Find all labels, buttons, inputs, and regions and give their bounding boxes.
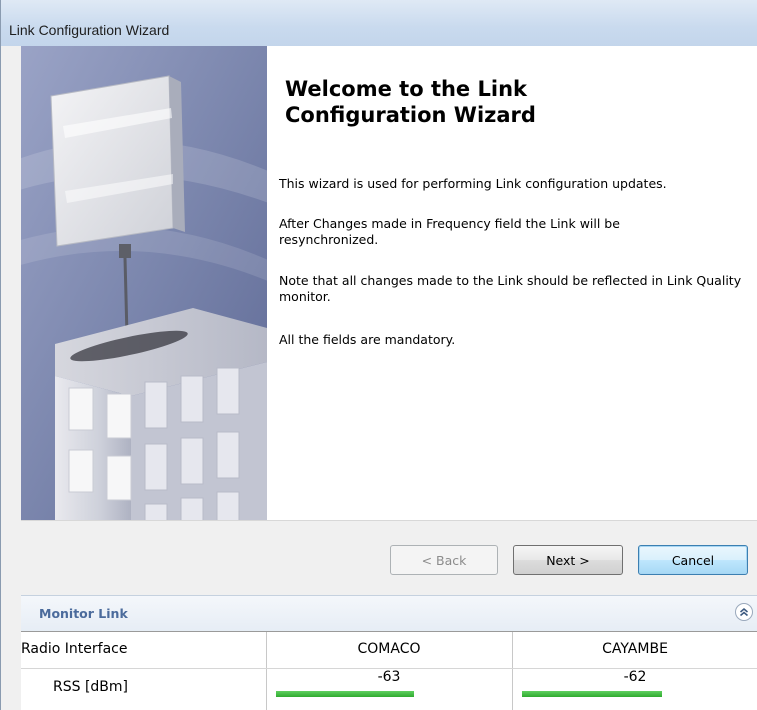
cancel-button[interactable]: Cancel xyxy=(638,545,748,575)
table-row: RSS [dBm] -63 -62 xyxy=(21,669,757,710)
wizard-resync-note: After Changes made in Frequency field th… xyxy=(279,216,620,247)
window-title: Link Configuration Wizard xyxy=(9,22,170,38)
rss-bar-cayambe xyxy=(522,691,662,697)
wizard-link-quality-note: Note that all changes made to the Link s… xyxy=(279,273,742,304)
monitor-link-table: Radio Interface COMACO CAYAMBE RSS [dBm]… xyxy=(21,631,757,710)
wizard-content: Welcome to the Link Configuration Wizard… xyxy=(267,46,757,520)
button-row-separator xyxy=(21,520,757,521)
next-button[interactable]: Next > xyxy=(513,545,623,575)
table-header-row: Radio Interface COMACO CAYAMBE xyxy=(21,632,757,668)
rss-value-comaco: -63 xyxy=(377,669,401,685)
antenna-building-illustration xyxy=(21,46,267,520)
left-margin xyxy=(1,46,21,520)
wizard-intro-text: This wizard is used for performing Link … xyxy=(279,176,667,191)
wizard-heading: Welcome to the Link Configuration Wizard xyxy=(285,77,536,127)
back-button[interactable]: < Back xyxy=(390,545,498,575)
wizard-mandatory-note: All the fields are mandatory. xyxy=(279,332,456,347)
monitor-link-title: Monitor Link xyxy=(39,606,128,621)
monitor-link-header[interactable]: Monitor Link xyxy=(21,595,757,632)
row-label-rss: RSS [dBm] xyxy=(53,679,129,695)
rss-value-cayambe: -62 xyxy=(623,669,647,685)
double-chevron-up-icon[interactable] xyxy=(735,603,753,621)
rss-bar-comaco xyxy=(276,691,414,697)
wizard-window: Link Configuration Wizard Welcome to the… xyxy=(0,0,757,710)
title-bar[interactable]: Link Configuration Wizard xyxy=(1,0,757,47)
wizard-illustration xyxy=(21,46,267,520)
